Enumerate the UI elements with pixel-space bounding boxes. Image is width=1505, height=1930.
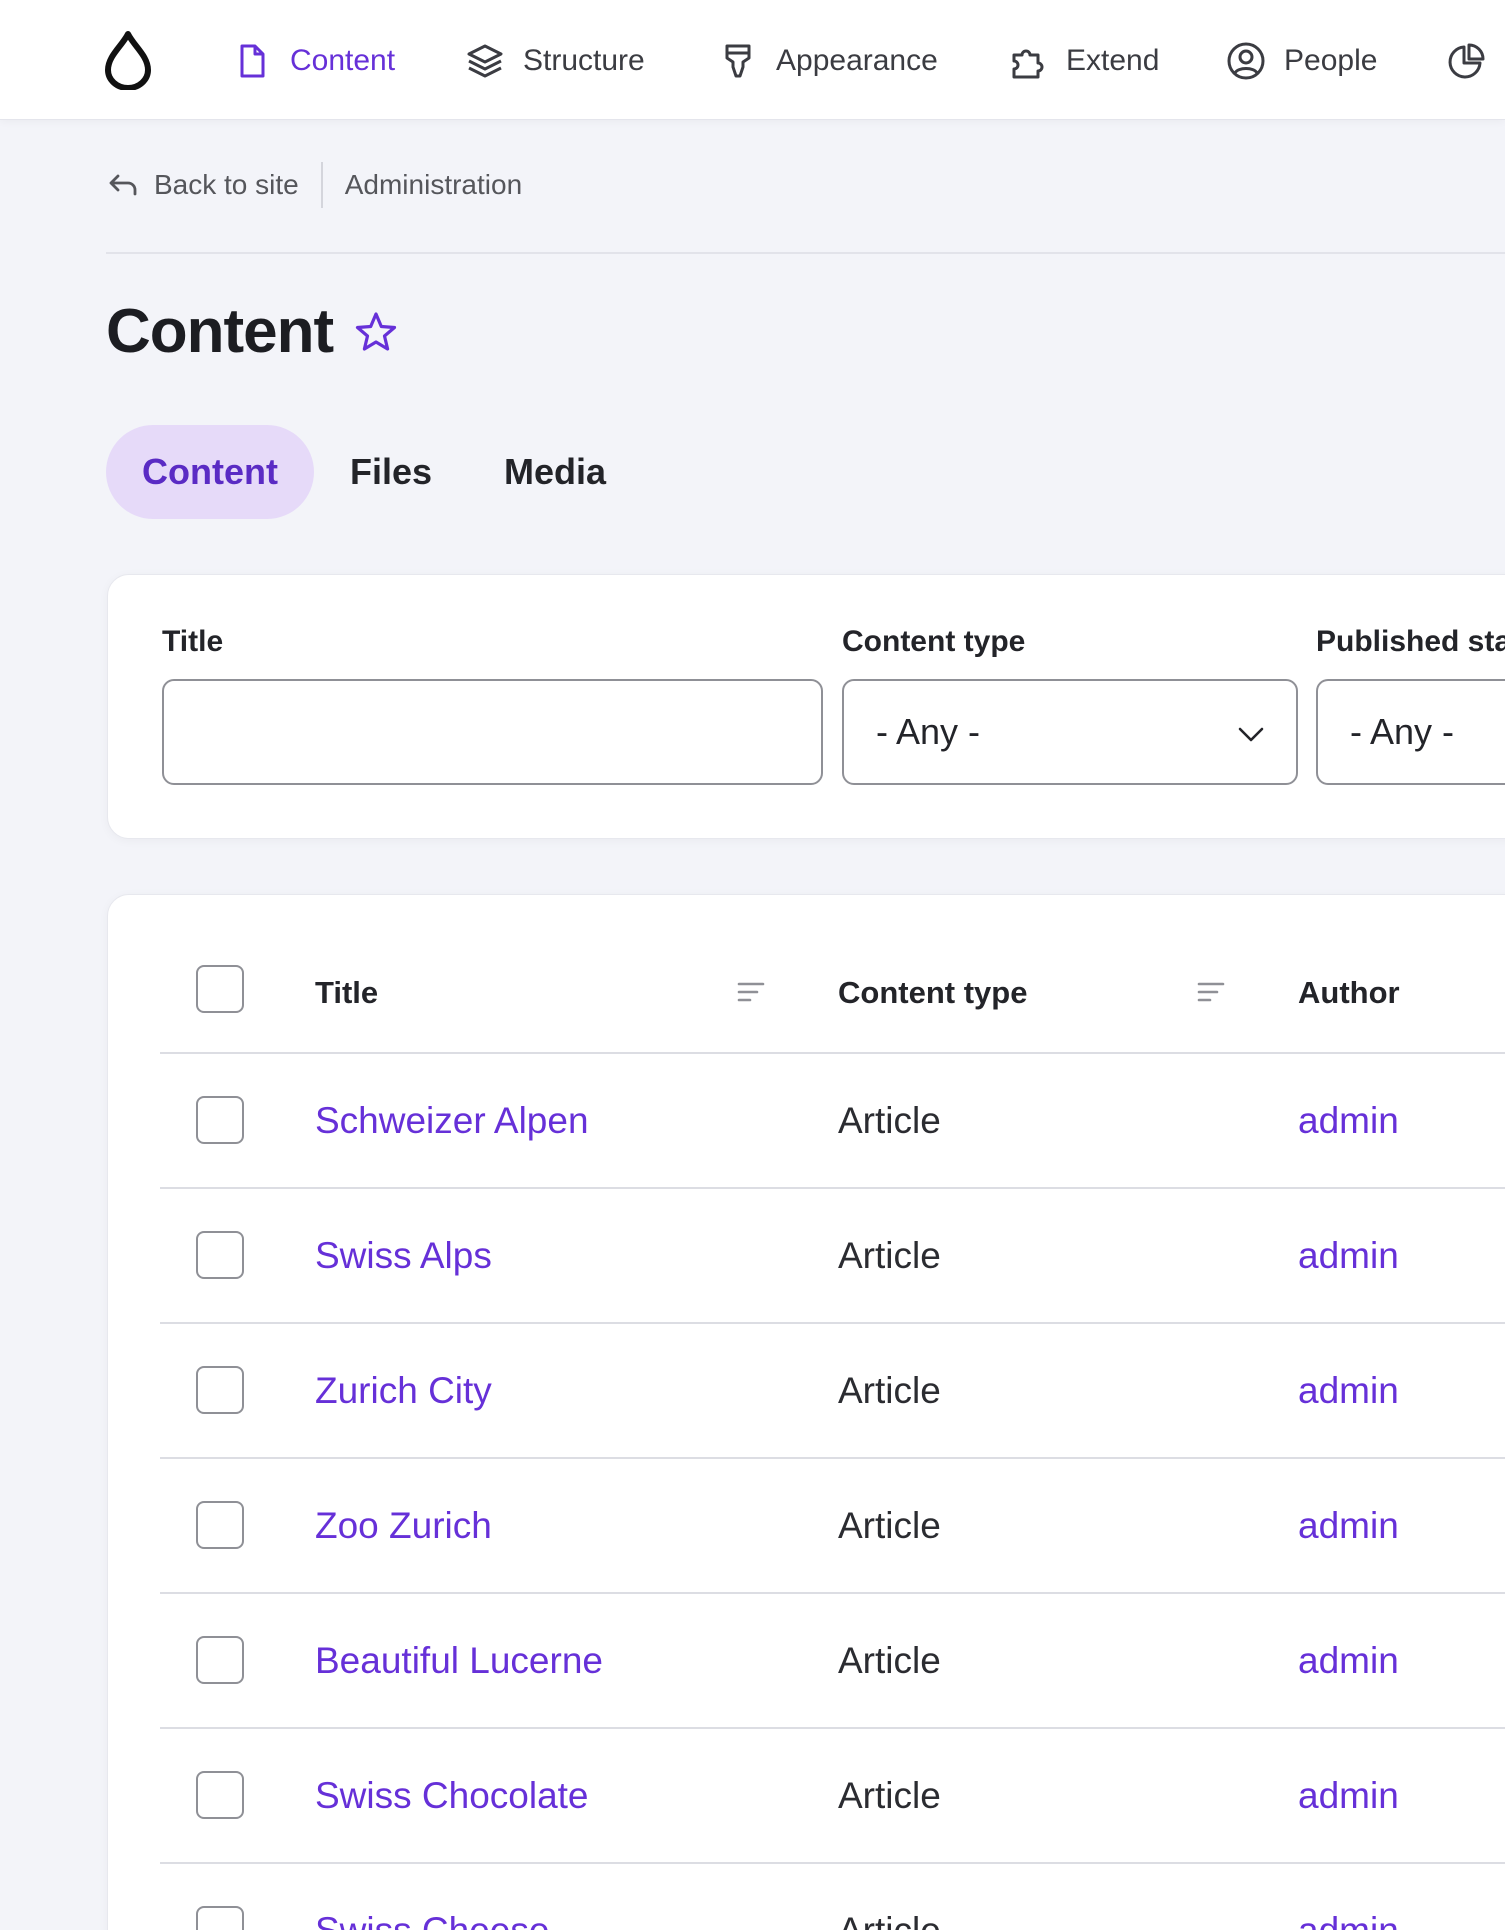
nav-item-label: Extend bbox=[1066, 44, 1160, 77]
column-header-content-type[interactable]: Content type bbox=[838, 975, 1027, 1011]
row-checkbox[interactable] bbox=[196, 1501, 244, 1549]
row-author-link[interactable]: admin bbox=[1298, 1370, 1399, 1412]
row-divider bbox=[160, 1322, 1505, 1324]
row-author-link[interactable]: admin bbox=[1298, 1910, 1399, 1930]
row-content-type: Article bbox=[838, 1505, 941, 1546]
nav-item-extend[interactable]: Extend bbox=[1008, 36, 1159, 86]
nav-item-label: People bbox=[1284, 44, 1378, 77]
chevron-down-icon bbox=[1238, 727, 1264, 742]
row-divider bbox=[160, 1457, 1505, 1459]
row-author-link[interactable]: admin bbox=[1298, 1235, 1399, 1277]
row-content-type: Article bbox=[838, 1100, 941, 1141]
local-tabs: Content Files Media bbox=[106, 425, 642, 519]
star-icon[interactable] bbox=[353, 309, 399, 355]
breadcrumb-current: Administration bbox=[344, 169, 523, 200]
back-to-site-label: Back to site bbox=[154, 169, 299, 200]
row-title-link[interactable]: Zurich City bbox=[315, 1370, 492, 1412]
row-title-link[interactable]: Swiss Cheese bbox=[315, 1910, 549, 1930]
nav-item-label: Structure bbox=[523, 44, 645, 77]
nav-item-structure[interactable]: Structure bbox=[465, 36, 645, 86]
paintbrush-icon bbox=[725, 44, 751, 78]
page-title-row: Content bbox=[106, 296, 399, 367]
row-author-link[interactable]: admin bbox=[1298, 1640, 1399, 1682]
back-to-site-link[interactable]: Back to site bbox=[106, 168, 299, 202]
row-checkbox[interactable] bbox=[196, 1771, 244, 1819]
published-status-select[interactable]: - Any - bbox=[1316, 679, 1505, 785]
row-content-type: Article bbox=[838, 1910, 941, 1930]
content-table: Title Content type Author Schweizer Alpe… bbox=[107, 894, 1505, 1930]
nav-item-label: Appearance bbox=[776, 44, 938, 77]
column-header-title[interactable]: Title bbox=[315, 975, 378, 1011]
row-content-type: Article bbox=[838, 1775, 941, 1816]
layers-icon bbox=[467, 44, 503, 78]
tab-files[interactable]: Files bbox=[314, 425, 468, 519]
row-divider bbox=[160, 1592, 1505, 1594]
row-checkbox[interactable] bbox=[196, 1096, 244, 1144]
back-arrow-icon bbox=[109, 174, 137, 196]
row-author-link[interactable]: admin bbox=[1298, 1775, 1399, 1817]
row-content-type: Article bbox=[838, 1235, 941, 1276]
content-type-select[interactable]: - Any - bbox=[842, 679, 1298, 785]
row-title-link[interactable]: Swiss Alps bbox=[315, 1235, 492, 1277]
row-title-link[interactable]: Schweizer Alpen bbox=[315, 1100, 589, 1142]
breadcrumb-divider bbox=[320, 162, 323, 208]
sort-icon[interactable] bbox=[1196, 977, 1226, 1007]
tab-media[interactable]: Media bbox=[468, 425, 642, 519]
row-divider bbox=[160, 1862, 1505, 1864]
row-divider bbox=[160, 1727, 1505, 1729]
row-author-link[interactable]: admin bbox=[1298, 1505, 1399, 1547]
nav-item-appearance[interactable]: Appearance bbox=[718, 36, 938, 86]
top-navigation-bar: Content Structure Appearance Extend Peop… bbox=[0, 0, 1505, 120]
row-divider bbox=[160, 1187, 1505, 1189]
title-filter-input[interactable] bbox=[164, 681, 821, 783]
user-circle-icon bbox=[1227, 42, 1265, 80]
header-divider bbox=[106, 252, 1505, 254]
drupal-drop-logo-icon[interactable] bbox=[100, 30, 156, 90]
content-type-select-value: - Any - bbox=[876, 711, 981, 752]
page-title: Content bbox=[106, 297, 334, 366]
nav-item-content[interactable]: Content bbox=[232, 36, 395, 86]
nav-item-people[interactable]: People bbox=[1226, 36, 1377, 86]
nav-item-reports[interactable] bbox=[1446, 36, 1486, 86]
row-title-link[interactable]: Swiss Chocolate bbox=[315, 1775, 589, 1817]
sort-icon[interactable] bbox=[736, 977, 766, 1007]
title-filter-label: Title bbox=[162, 625, 224, 658]
published-status-filter-label: Published sta bbox=[1316, 625, 1505, 658]
title-filter-field[interactable] bbox=[162, 679, 823, 785]
filter-panel: Title Content type - Any - Published sta… bbox=[107, 574, 1505, 839]
row-title-link[interactable]: Zoo Zurich bbox=[315, 1505, 492, 1547]
file-icon bbox=[240, 44, 265, 78]
tab-content[interactable]: Content bbox=[106, 425, 314, 519]
puzzle-icon bbox=[1012, 49, 1044, 79]
row-content-type: Article bbox=[838, 1640, 941, 1681]
select-all-checkbox[interactable] bbox=[196, 965, 244, 1013]
row-checkbox[interactable] bbox=[196, 1636, 244, 1684]
content-type-filter-label: Content type bbox=[842, 625, 1026, 658]
row-checkbox[interactable] bbox=[196, 1906, 244, 1930]
breadcrumb: Back to site Administration bbox=[106, 160, 522, 210]
row-checkbox[interactable] bbox=[196, 1231, 244, 1279]
pie-chart-icon bbox=[1448, 43, 1485, 79]
published-status-select-value: - Any - bbox=[1350, 711, 1455, 752]
nav-item-label: Content bbox=[290, 44, 396, 77]
header-divider-line bbox=[160, 1052, 1505, 1054]
row-content-type: Article bbox=[838, 1370, 941, 1411]
row-title-link[interactable]: Beautiful Lucerne bbox=[315, 1640, 603, 1682]
column-header-author[interactable]: Author bbox=[1298, 975, 1400, 1011]
row-checkbox[interactable] bbox=[196, 1366, 244, 1414]
row-author-link[interactable]: admin bbox=[1298, 1100, 1399, 1142]
